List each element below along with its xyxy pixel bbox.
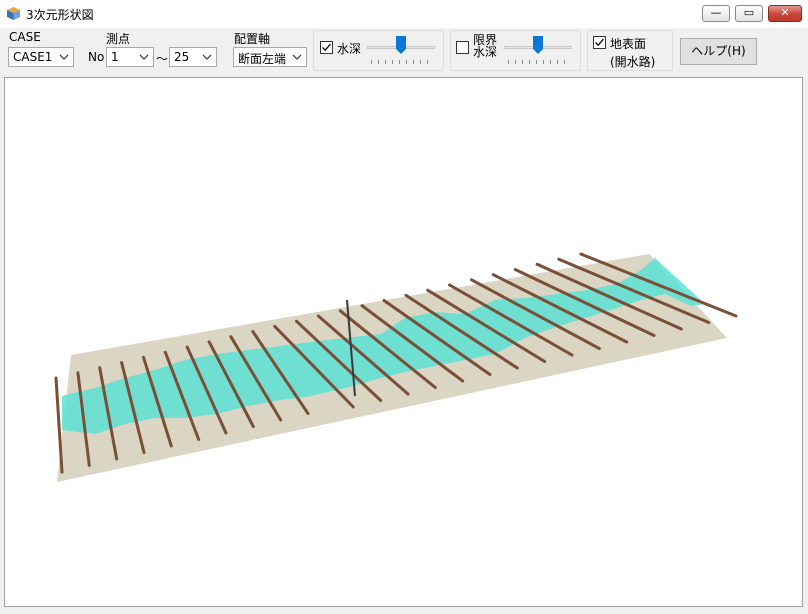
checkmark-icon	[595, 38, 604, 47]
close-button[interactable]: ✕	[768, 5, 802, 22]
title-bar: 3次元形状図 — ▭ ✕	[0, 0, 808, 29]
slider-thumb[interactable]	[533, 36, 543, 54]
maximize-icon: ▭	[743, 6, 755, 19]
ground-surface-label-line2: (開水路)	[610, 55, 656, 69]
window-title: 3次元形状図	[26, 8, 94, 22]
axis-select[interactable]: 断面左端	[233, 47, 307, 67]
chevron-down-icon	[139, 54, 149, 60]
3d-viewport[interactable]	[4, 77, 803, 607]
water-depth-label: 水深	[337, 42, 362, 56]
chevron-down-icon	[59, 54, 69, 60]
minimize-button[interactable]: —	[702, 5, 730, 22]
maximize-button[interactable]: ▭	[735, 5, 763, 22]
axis-select-value: 断面左端	[238, 52, 287, 66]
chevron-down-icon	[292, 54, 302, 60]
critical-depth-label-line2: 水深	[473, 45, 498, 59]
axis-label: 配置軸	[234, 32, 271, 46]
checkmark-icon	[322, 43, 331, 52]
critical-depth-checkbox[interactable]	[456, 41, 469, 54]
case-select-value: CASE1	[13, 50, 53, 64]
minimize-icon: —	[710, 6, 722, 19]
station-from-value: 1	[111, 50, 119, 64]
water-depth-checkbox[interactable]	[320, 41, 333, 54]
slider-thumb[interactable]	[396, 36, 406, 54]
water-depth-slider[interactable]	[365, 34, 437, 66]
critical-depth-slider[interactable]	[502, 34, 574, 66]
chevron-down-icon	[202, 54, 212, 60]
close-icon: ✕	[780, 6, 790, 19]
3d-channel-scene[interactable]	[5, 78, 802, 606]
case-label: CASE	[9, 30, 41, 44]
station-no-label: No	[88, 50, 105, 64]
range-separator: 〜	[156, 52, 169, 66]
cross-section-post	[54, 376, 64, 474]
slider-ticks	[371, 60, 431, 64]
case-select[interactable]: CASE1	[8, 47, 74, 67]
help-button[interactable]: ヘルプ(H)	[680, 38, 757, 65]
station-from-select[interactable]: 1	[106, 47, 154, 67]
station-to-value: 25	[174, 50, 190, 64]
ground-surface-label-line1: 地表面	[610, 37, 647, 51]
ground-surface-checkbox[interactable]	[593, 36, 606, 49]
station-label: 測点	[106, 32, 131, 46]
station-to-select[interactable]: 25	[169, 47, 217, 67]
app-cube-icon	[7, 7, 20, 20]
slider-ticks	[508, 60, 568, 64]
